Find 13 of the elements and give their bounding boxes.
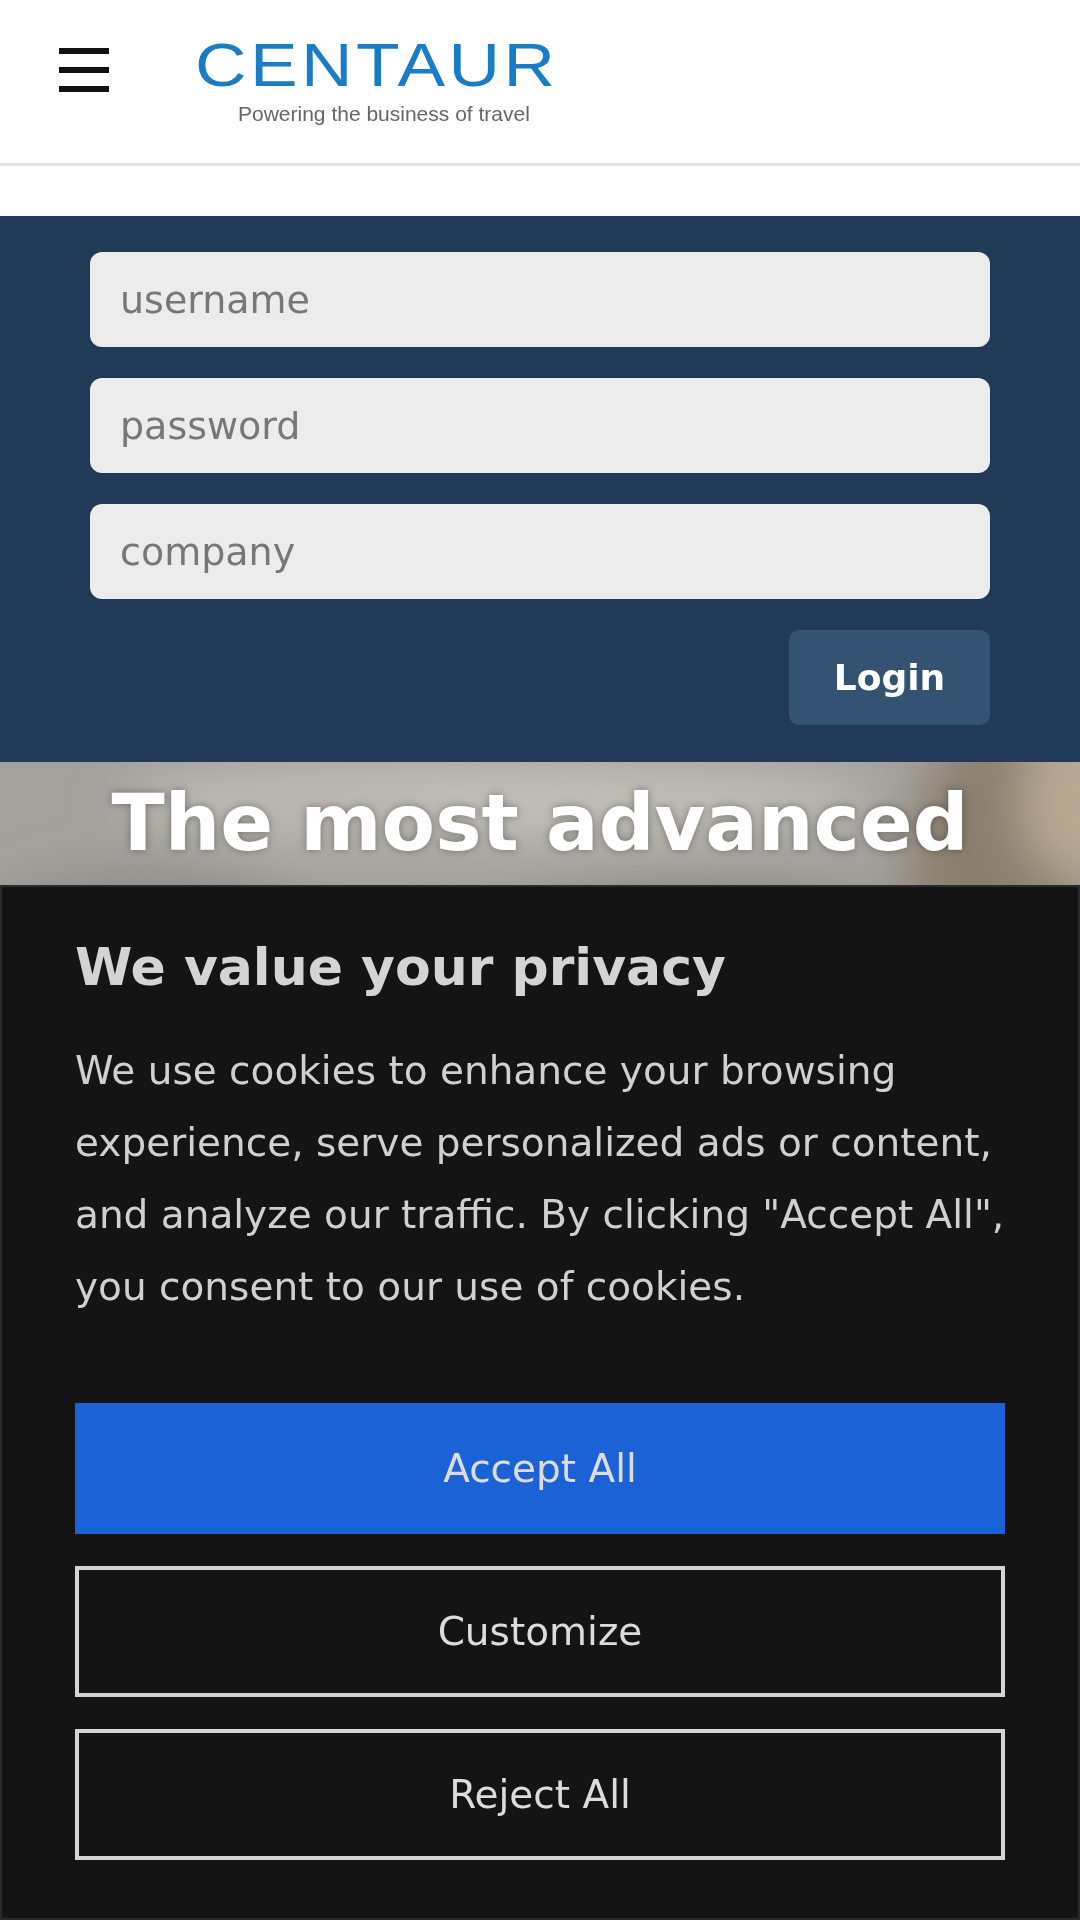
menu-icon[interactable] [59,48,109,92]
banner-title: We value your privacy [75,937,727,997]
input-field[interactable]: company [90,504,990,599]
tagline: Powering the business of travel [238,102,530,126]
hero-heading: The most advanced [110,784,970,862]
logo[interactable]: CENTAUR [195,30,581,100]
cookie-button[interactable]: Reject All [75,1729,1005,1860]
login-button[interactable]: Login [789,630,990,725]
cookie-button[interactable]: Customize [75,1566,1005,1697]
accept-button[interactable]: Accept All [75,1403,1005,1534]
input-field[interactable]: username [90,252,990,347]
input-field[interactable]: password [90,378,990,473]
banner-text: We use cookies to enhance your browsing experience, serve personalized ads or content, and analyze our traffic. By clicking "Accept All", you consent to our use of cookies. [75,1047,1005,1311]
